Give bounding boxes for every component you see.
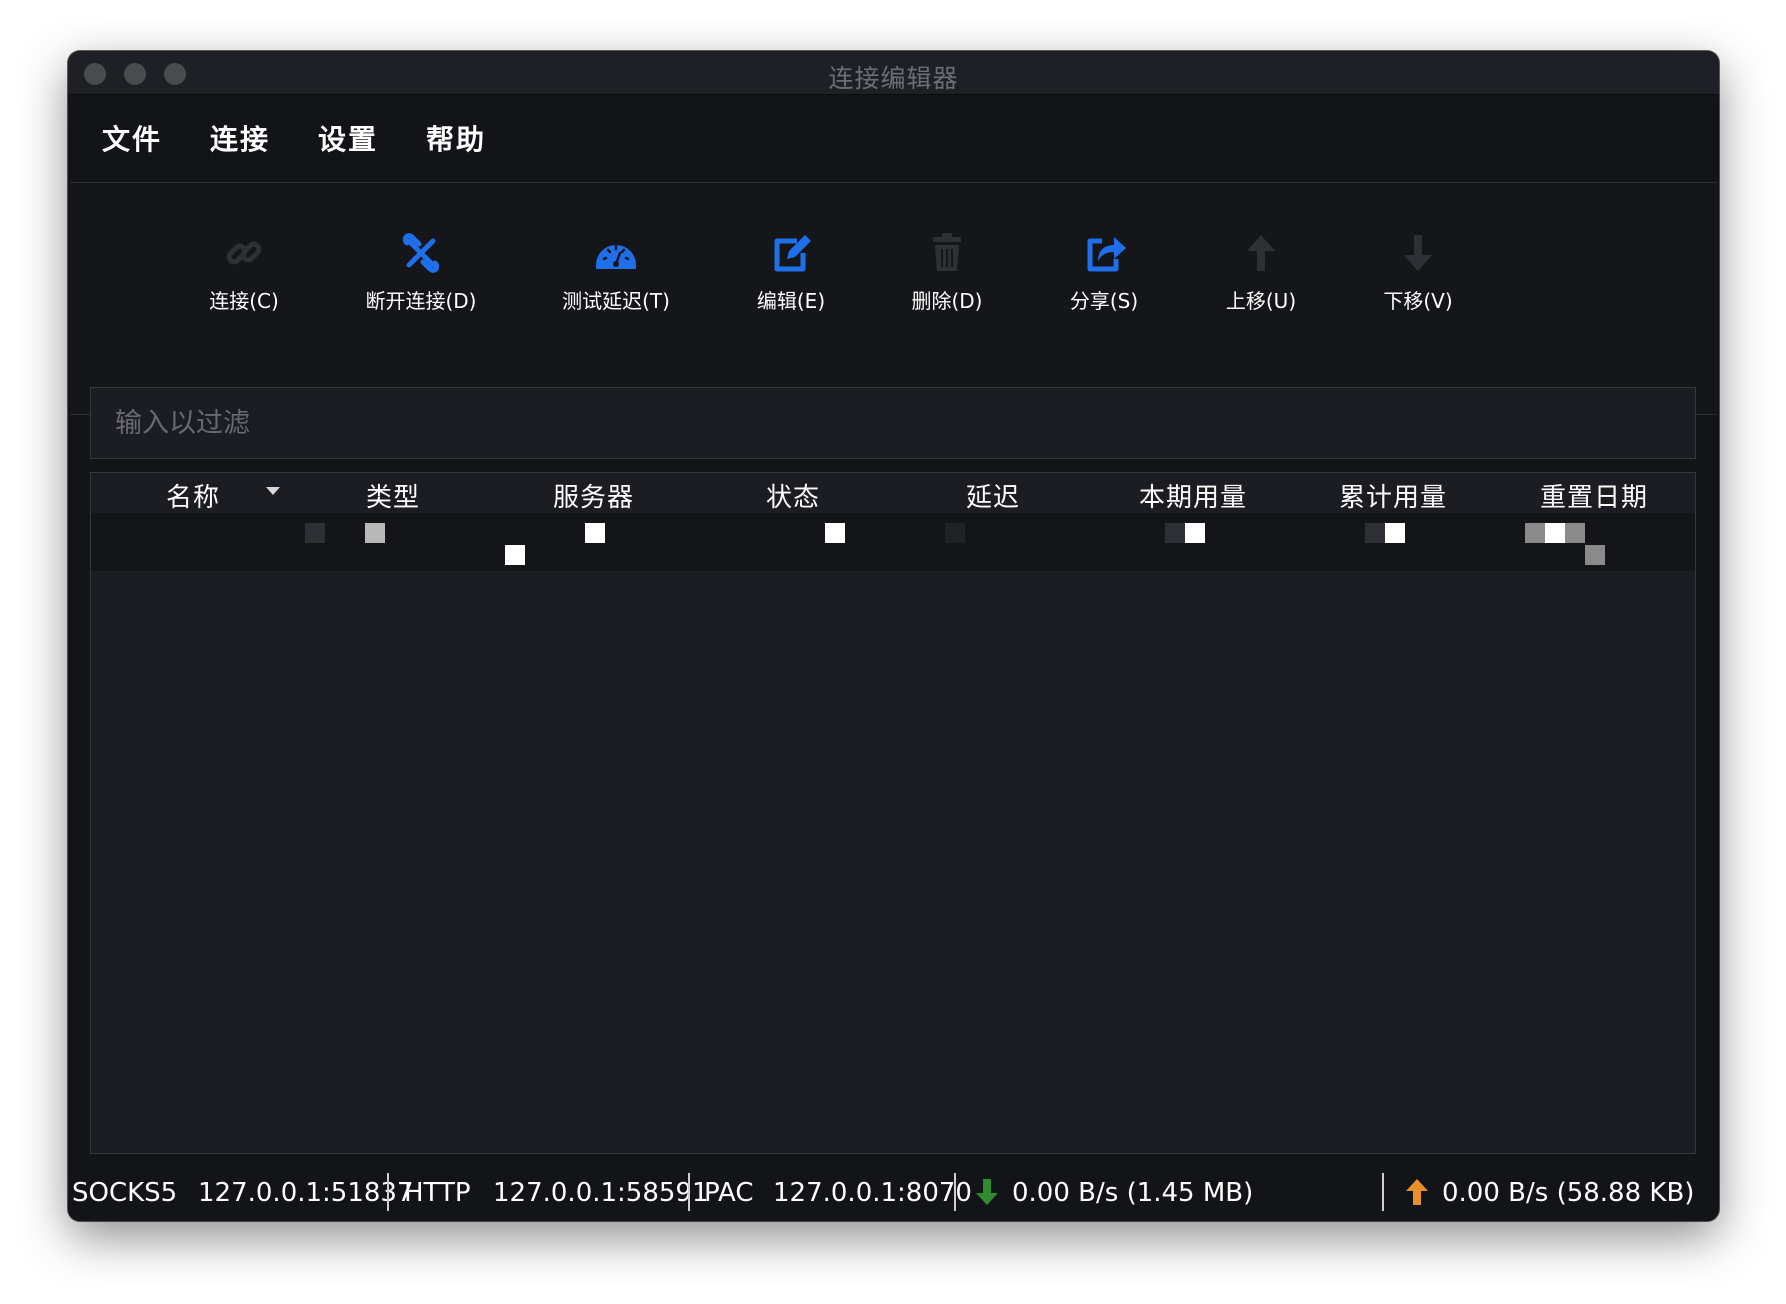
column-reset-date[interactable]: 重置日期	[1540, 477, 1648, 514]
status-divider	[954, 1173, 956, 1211]
status-bar: SOCKS5 127.0.0.1:51837 HTTP 127.0.0.1:58…	[68, 1165, 1719, 1221]
column-type[interactable]: 类型	[366, 477, 420, 514]
upload-arrow-icon	[1406, 1179, 1428, 1205]
sort-descending-icon	[266, 487, 280, 495]
http-address: 127.0.0.1:58591	[493, 1178, 709, 1208]
cell-glyph	[1585, 545, 1605, 565]
disconnect-icon	[402, 233, 440, 273]
test-latency-button[interactable]: 测试延迟(T)	[536, 231, 696, 314]
status-divider	[688, 1173, 690, 1211]
pac-label: PAC	[704, 1178, 754, 1208]
edit-icon	[774, 235, 811, 272]
column-server[interactable]: 服务器	[553, 477, 634, 514]
status-divider	[1382, 1173, 1384, 1211]
edit-label: 编辑(E)	[756, 289, 826, 313]
trash-icon	[933, 233, 961, 271]
move-down-button[interactable]: 下移(V)	[1338, 231, 1498, 314]
cell-glyph	[365, 523, 385, 543]
table-row[interactable]	[91, 513, 1695, 571]
share-label: 分享(S)	[1069, 289, 1139, 313]
window-title: 连接编辑器	[828, 64, 959, 93]
menu-settings[interactable]: 设置	[318, 118, 378, 158]
cell-glyph	[945, 523, 965, 543]
delete-button[interactable]: 删除(D)	[867, 231, 1027, 314]
link-icon	[226, 241, 262, 265]
connection-editor-window: 连接编辑器 文件 连接 设置 帮助 连接(C) 断开连接(D) 测试延迟(T) …	[68, 51, 1719, 1221]
menu-bar: 文件 连接 设置 帮助	[68, 96, 1719, 182]
pac-address: 127.0.0.1:8070	[773, 1178, 972, 1208]
arrow-up-icon	[1247, 235, 1275, 271]
cell-glyph	[505, 545, 525, 565]
speedometer-icon	[596, 244, 636, 269]
cell-glyph	[1565, 523, 1585, 543]
table-header: 名称 类型 服务器 状态 延迟 本期用量 累计用量 重置日期	[91, 473, 1695, 513]
share-icon	[1087, 237, 1126, 272]
download-speed: 0.00 B/s (1.45 MB)	[1012, 1178, 1254, 1208]
toolbar: 连接(C) 断开连接(D) 测试延迟(T) 编辑(E) 删除(D) 分享(S) …	[70, 182, 1717, 415]
column-latency[interactable]: 延迟	[966, 477, 1020, 514]
share-button[interactable]: 分享(S)	[1024, 231, 1184, 314]
connect-label: 连接(C)	[209, 289, 279, 313]
menu-file[interactable]: 文件	[102, 118, 162, 158]
cell-glyph	[1545, 523, 1565, 543]
cell-glyph	[585, 523, 605, 543]
cell-glyph	[1185, 523, 1205, 543]
delete-label: 删除(D)	[911, 289, 983, 313]
socks-label: SOCKS5	[72, 1178, 178, 1208]
cell-glyph	[1165, 523, 1185, 543]
move-down-label: 下移(V)	[1383, 289, 1453, 313]
move-up-label: 上移(U)	[1225, 289, 1297, 313]
disconnect-button[interactable]: 断开连接(D)	[341, 231, 501, 314]
cell-glyph	[825, 523, 845, 543]
http-label: HTTP	[404, 1178, 471, 1208]
title-bar: 连接编辑器	[68, 51, 1719, 95]
connections-table: 名称 类型 服务器 状态 延迟 本期用量 累计用量 重置日期	[90, 472, 1696, 1154]
menu-help[interactable]: 帮助	[426, 118, 486, 158]
filter-input[interactable]	[91, 388, 1695, 458]
test-latency-label: 测试延迟(T)	[562, 289, 670, 313]
cell-glyph	[1365, 523, 1385, 543]
disconnect-label: 断开连接(D)	[365, 289, 477, 313]
menu-connection[interactable]: 连接	[210, 118, 270, 158]
arrow-down-icon	[1404, 235, 1432, 271]
column-total-usage[interactable]: 累计用量	[1339, 477, 1447, 514]
cell-glyph	[1385, 523, 1405, 543]
column-name[interactable]: 名称	[166, 477, 220, 514]
connect-button[interactable]: 连接(C)	[164, 231, 324, 314]
upload-speed: 0.00 B/s (58.88 KB)	[1442, 1178, 1695, 1208]
download-arrow-icon	[976, 1179, 998, 1205]
column-period-usage[interactable]: 本期用量	[1139, 477, 1247, 514]
move-up-button[interactable]: 上移(U)	[1181, 231, 1341, 314]
edit-button[interactable]: 编辑(E)	[711, 231, 871, 314]
cell-glyph	[305, 523, 325, 543]
column-status[interactable]: 状态	[766, 477, 820, 514]
cell-glyph	[1525, 523, 1545, 543]
socks-address: 127.0.0.1:51837	[198, 1178, 414, 1208]
filter-box	[90, 387, 1696, 459]
status-divider	[387, 1173, 389, 1211]
